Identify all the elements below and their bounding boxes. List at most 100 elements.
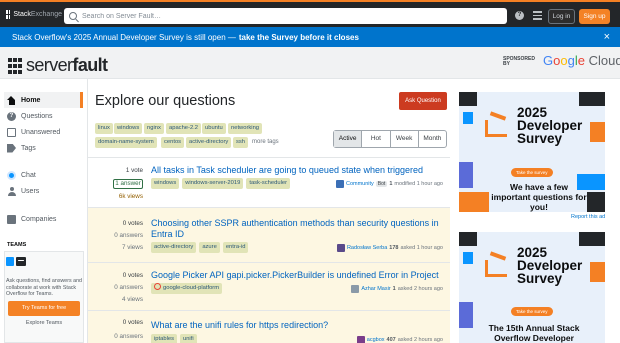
ask-question-button[interactable]: Ask Question bbox=[399, 92, 447, 110]
sidebar-item-home[interactable]: Home bbox=[4, 92, 83, 108]
unanswered-icon bbox=[7, 127, 16, 137]
tag-apache[interactable]: apache-2.2 bbox=[166, 123, 202, 134]
ad-decoration bbox=[459, 162, 473, 188]
user-name[interactable]: Azhar Masir bbox=[361, 286, 390, 292]
questions-icon: ? bbox=[7, 111, 16, 121]
sidebar-item-tags[interactable]: Tags bbox=[4, 140, 83, 156]
question-tag[interactable]: unifi bbox=[179, 334, 197, 343]
search-icon bbox=[69, 12, 77, 20]
avatar[interactable] bbox=[336, 244, 345, 252]
tag-dns[interactable]: domain-name-system bbox=[95, 137, 157, 148]
vote-count: 1 vote bbox=[125, 167, 143, 174]
avatar[interactable] bbox=[335, 180, 344, 188]
search-box[interactable] bbox=[64, 8, 507, 24]
ad-survey-button[interactable]: Take the survey bbox=[511, 307, 553, 316]
explore-teams-link[interactable]: Explore Teams bbox=[0, 320, 88, 326]
question-title[interactable]: Google Picker API gapi.picker.PickerBuil… bbox=[151, 270, 441, 281]
filter-active[interactable]: Active bbox=[334, 131, 363, 147]
answer-count: 0 answers bbox=[114, 232, 143, 239]
sidebar-item-unanswered[interactable]: Unanswered bbox=[4, 124, 83, 140]
ad-title: 2025 Developer Survey bbox=[517, 245, 583, 286]
question-tags: iptables unifi bbox=[151, 334, 197, 343]
avatar[interactable] bbox=[351, 285, 360, 293]
question-tag[interactable]: active-directory bbox=[151, 242, 197, 253]
ad-survey-button[interactable]: Take the survey bbox=[511, 168, 553, 177]
chat-icon bbox=[7, 170, 16, 180]
sidebar-item-label: Unanswered bbox=[21, 128, 61, 136]
teams-description: Ask questions, find answers and collabor… bbox=[6, 278, 82, 297]
question-timestamp[interactable]: modified 1 hour ago bbox=[394, 181, 443, 187]
sidebar-item-label: Companies bbox=[21, 215, 57, 223]
google-cloud-icon bbox=[154, 283, 161, 290]
question-meta: Azhar Masir 1 asked 2 hours ago bbox=[351, 285, 443, 293]
sidebar-item-label: Questions bbox=[21, 112, 53, 120]
users-icon bbox=[7, 186, 16, 196]
survey-ad[interactable]: 2025 Developer Survey Take the survey We … bbox=[459, 92, 605, 212]
question-title[interactable]: Choosing other SSPR authentication metho… bbox=[151, 218, 441, 240]
more-tags-link[interactable]: more tags bbox=[252, 139, 279, 145]
user-name[interactable]: Community bbox=[346, 181, 374, 187]
question-tag[interactable]: entra-id bbox=[222, 242, 249, 253]
user-name[interactable]: Radosław Serba bbox=[347, 245, 387, 251]
menu-icon[interactable] bbox=[533, 11, 542, 20]
question-tag[interactable]: iptables bbox=[151, 334, 177, 343]
filter-hot[interactable]: Hot bbox=[362, 131, 391, 147]
serverfault-logo[interactable]: serverfault bbox=[8, 55, 108, 76]
filter-week[interactable]: Week bbox=[391, 131, 419, 147]
filter-month[interactable]: Month bbox=[419, 131, 446, 147]
tag-networking[interactable]: networking bbox=[228, 123, 263, 134]
tags-icon bbox=[7, 143, 16, 153]
report-ad-link[interactable]: Report this ad bbox=[571, 214, 605, 220]
question-tag[interactable]: windows bbox=[151, 178, 180, 189]
question-meta: Radosław Serba 178 asked 1 hour ago bbox=[336, 244, 443, 252]
ad-decoration bbox=[459, 92, 477, 106]
tag-ssh[interactable]: ssh bbox=[233, 137, 249, 148]
question-timestamp[interactable]: asked 2 hours ago bbox=[398, 337, 443, 343]
close-icon[interactable]: × bbox=[604, 31, 610, 43]
sidebar-item-users[interactable]: Users bbox=[4, 183, 83, 199]
question-tag[interactable]: task-scheduler bbox=[246, 178, 291, 189]
google-cloud-logo[interactable]: Google Cloud bbox=[543, 53, 620, 68]
tag-windows[interactable]: windows bbox=[114, 123, 143, 134]
ad-decoration bbox=[463, 252, 473, 264]
question-title[interactable]: All tasks in Task scheduler are going to… bbox=[151, 165, 441, 176]
ad-decoration bbox=[579, 232, 605, 246]
question-timestamp[interactable]: asked 1 hour ago bbox=[400, 245, 443, 251]
tag-linux[interactable]: linux bbox=[95, 123, 113, 134]
user-reputation: 1 bbox=[389, 181, 393, 187]
logo-fault: fault bbox=[72, 55, 108, 75]
question-tags: active-directory azure entra-id bbox=[151, 242, 249, 253]
survey-ad[interactable]: 2025 Developer Survey Take the survey The… bbox=[459, 232, 605, 343]
teams-illustration bbox=[6, 257, 26, 269]
answer-count: 1 answer bbox=[113, 179, 143, 189]
sidebar-item-chat[interactable]: Chat bbox=[4, 167, 83, 183]
avatar[interactable] bbox=[356, 336, 365, 343]
banner-text: Stack Overflow's 2025 Annual Developer S… bbox=[12, 32, 236, 42]
vote-count: 0 votes bbox=[122, 319, 143, 326]
question-tag[interactable]: windows-server-2019 bbox=[182, 178, 244, 189]
ad-decoration bbox=[587, 192, 605, 212]
search-input[interactable] bbox=[82, 12, 482, 20]
tag-active-directory[interactable]: active-directory bbox=[186, 137, 232, 148]
user-reputation: 407 bbox=[386, 337, 396, 343]
tag-nginx[interactable]: nginx bbox=[144, 123, 164, 134]
question-title[interactable]: What are the unifi rules for https redir… bbox=[151, 320, 441, 331]
sidebar-item-companies[interactable]: Companies bbox=[4, 211, 83, 227]
user-name[interactable]: acgbox bbox=[367, 337, 385, 343]
survey-banner: Stack Overflow's 2025 Annual Developer S… bbox=[0, 27, 620, 47]
question-meta: acgbox 407 asked 2 hours ago bbox=[356, 336, 443, 343]
tag-ubuntu[interactable]: ubuntu bbox=[202, 123, 226, 134]
banner-survey-link[interactable]: take the Survey before it closes bbox=[239, 33, 359, 42]
stackoverflow-icon bbox=[485, 250, 513, 278]
signup-button[interactable]: Sign up bbox=[579, 9, 610, 24]
sidebar-item-questions[interactable]: ? Questions bbox=[4, 108, 83, 124]
try-teams-button[interactable]: Try Teams for free bbox=[8, 301, 80, 316]
help-icon[interactable]: ? bbox=[515, 11, 524, 20]
companies-icon bbox=[7, 214, 16, 224]
login-button[interactable]: Log in bbox=[548, 9, 575, 24]
question-tag[interactable]: google-cloud-platform bbox=[151, 283, 223, 294]
question-timestamp[interactable]: asked 2 hours ago bbox=[398, 286, 443, 292]
question-tag[interactable]: azure bbox=[199, 242, 220, 253]
stackexchange-logo[interactable]: StackExchange bbox=[6, 10, 62, 19]
tag-centos[interactable]: centos bbox=[161, 137, 185, 148]
